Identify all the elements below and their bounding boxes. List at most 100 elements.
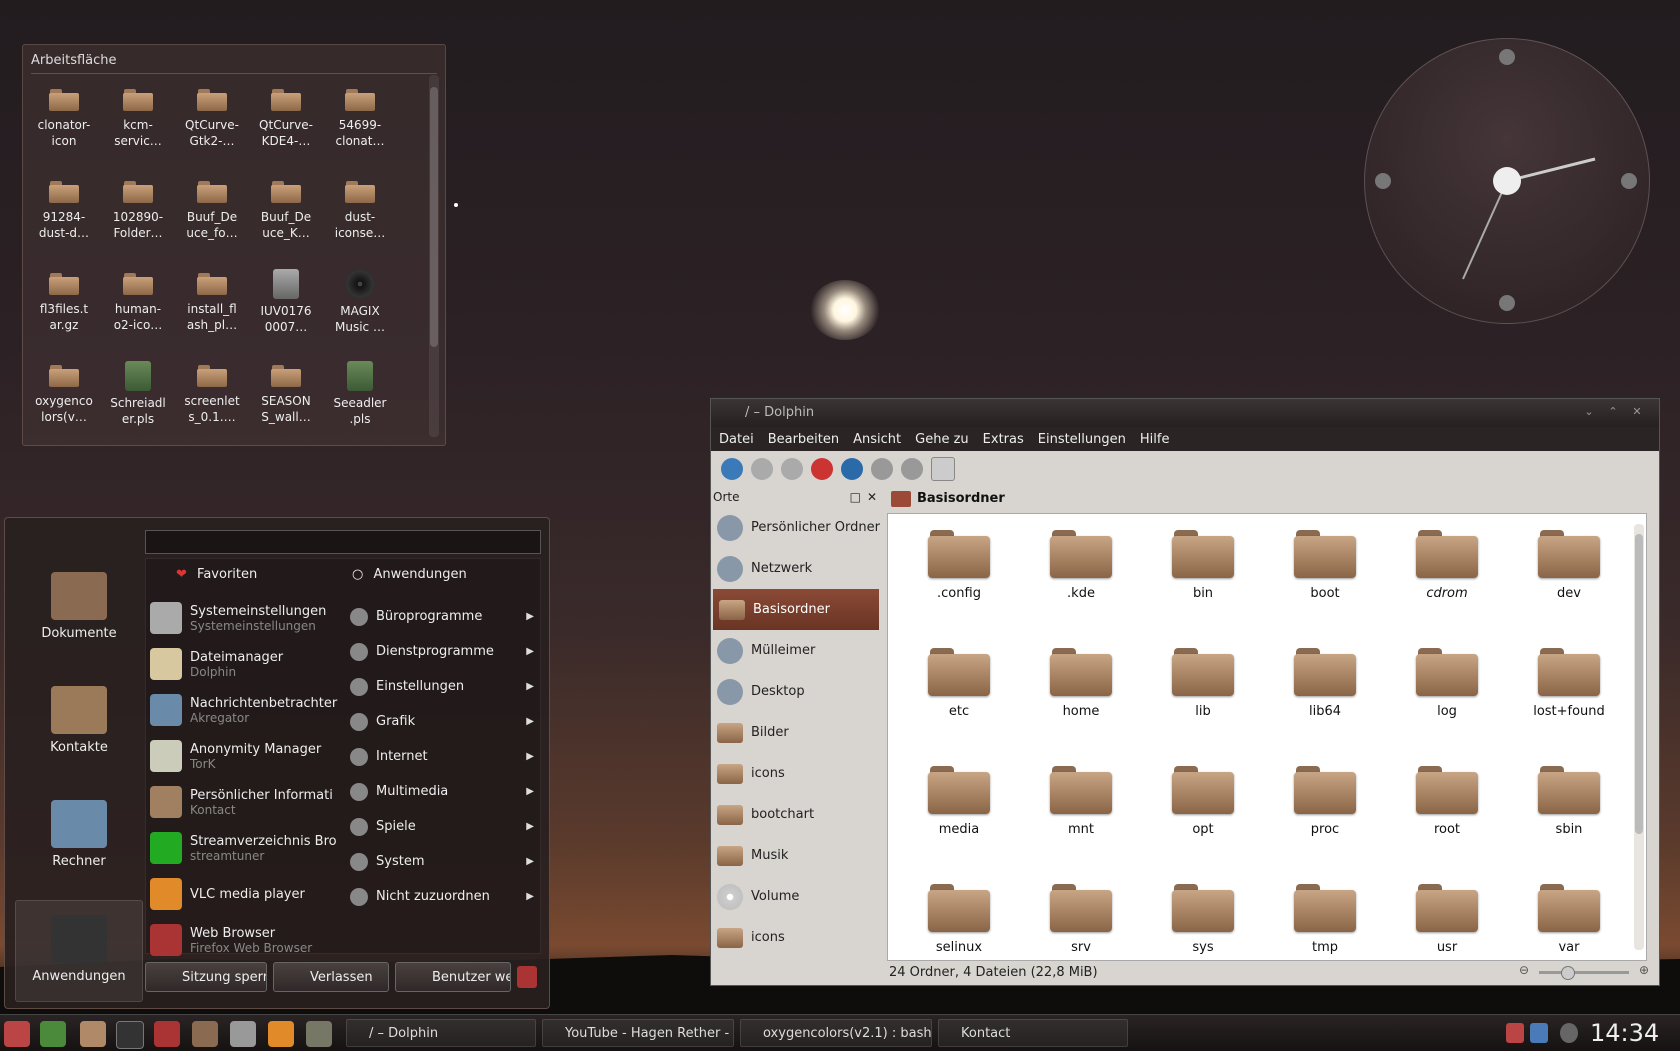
close-button[interactable]: ✕ [1629, 405, 1645, 419]
favorite-item[interactable]: Streamverzeichnis Bro streamtuner [150, 825, 340, 871]
breadcrumb[interactable]: Basisordner [887, 487, 1005, 511]
digital-clock[interactable]: 14:34 [1590, 1019, 1659, 1047]
file-item[interactable]: root [1386, 756, 1508, 874]
network-icon[interactable] [1530, 1023, 1548, 1043]
desktop-file-item[interactable]: 102890- Folder… [101, 173, 175, 265]
desktop-file-item[interactable]: MAGIX Music … [323, 265, 397, 357]
desktop-file-item[interactable]: IUV0176 0007… [249, 265, 323, 357]
place-item[interactable]: icons [711, 753, 881, 794]
menu-datei[interactable]: Datei [719, 432, 754, 447]
zoom-in-icon[interactable]: ⊕ [1639, 963, 1649, 977]
reload-icon[interactable] [841, 458, 863, 480]
file-item[interactable]: .kde [1020, 520, 1142, 638]
file-item[interactable]: boot [1264, 520, 1386, 638]
place-item[interactable]: Mülleimer [711, 630, 881, 671]
file-item[interactable]: .config [898, 520, 1020, 638]
folder-view-scrollbar[interactable] [429, 75, 439, 437]
desktop-file-item[interactable]: Schreiadl er.pls [101, 357, 175, 449]
desktop-file-item[interactable]: oxygenco lors(v… [27, 357, 101, 449]
place-item[interactable]: icons [711, 917, 881, 958]
kde-logo-icon[interactable] [517, 966, 537, 988]
maximize-button[interactable]: ⌃ [1605, 405, 1621, 419]
app-category[interactable]: Nicht zuzuordnen ▶ [346, 879, 536, 914]
leave-button[interactable]: Verlassen [273, 962, 389, 992]
kontact-icon[interactable] [192, 1021, 218, 1047]
desktop-file-item[interactable]: install_fl ash_pl… [175, 265, 249, 357]
file-manager-icon[interactable] [80, 1021, 106, 1047]
forward-icon[interactable] [751, 458, 773, 480]
launcher-tab-anwendungen[interactable]: Anwendungen [15, 900, 143, 1002]
switch-user-button[interactable]: Benutzer wec [395, 962, 511, 992]
file-item[interactable]: log [1386, 638, 1508, 756]
terminal-icon[interactable] [116, 1021, 144, 1049]
tools-icon[interactable] [230, 1021, 256, 1047]
favorite-item[interactable]: Nachrichtenbetrachter Akregator [150, 687, 340, 733]
place-item[interactable]: Volume [711, 876, 881, 917]
app-category[interactable]: Einstellungen ▶ [346, 669, 536, 704]
favorite-item[interactable]: Anonymity Manager TorK [150, 733, 340, 779]
desktop-file-item[interactable]: human- o2-ico… [101, 265, 175, 357]
tray-app-icon[interactable] [1506, 1023, 1524, 1043]
float-panel-icon[interactable]: □ [850, 487, 861, 507]
file-view-scrollbar[interactable] [1634, 524, 1644, 950]
app-category[interactable]: Multimedia ▶ [346, 774, 536, 809]
place-item[interactable]: Musik [711, 835, 881, 876]
launcher-tab-dokumente[interactable]: Dokumente [15, 572, 143, 672]
place-item[interactable]: Persönlicher Ordner [711, 507, 881, 548]
search-input[interactable] [145, 530, 541, 554]
menu-extras[interactable]: Extras [983, 432, 1024, 447]
desktop-file-item[interactable]: SEASON S_wall… [249, 357, 323, 449]
file-item[interactable]: media [898, 756, 1020, 874]
zoom-in-icon[interactable] [871, 458, 893, 480]
file-item[interactable]: etc [898, 638, 1020, 756]
zoom-out-icon[interactable] [901, 458, 923, 480]
app-category[interactable]: Internet ▶ [346, 739, 536, 774]
place-item[interactable]: Bilder [711, 712, 881, 753]
applications-header[interactable]: ○ Anwendungen [352, 567, 467, 582]
file-item[interactable]: lost+found [1508, 638, 1630, 756]
speaker-icon[interactable] [306, 1021, 332, 1047]
back-icon[interactable] [721, 458, 743, 480]
scroll-thumb[interactable] [430, 87, 438, 347]
file-item[interactable]: proc [1264, 756, 1386, 874]
file-item[interactable]: cdrom [1386, 520, 1508, 638]
favorite-item[interactable]: VLC media player [150, 871, 340, 917]
favorite-item[interactable]: Dateimanager Dolphin [150, 641, 340, 687]
place-item[interactable]: Basisordner [713, 589, 879, 630]
favorite-item[interactable]: Systemeinstellungen Systemeinstellungen [150, 595, 340, 641]
zoom-handle[interactable] [1561, 966, 1575, 980]
place-item[interactable]: Desktop [711, 671, 881, 712]
file-item[interactable]: tmp [1264, 874, 1386, 992]
file-item[interactable]: dev [1508, 520, 1630, 638]
desktop-file-item[interactable]: kcm- servic… [101, 81, 175, 173]
app-category[interactable]: Büroprogramme ▶ [346, 599, 536, 634]
menu-bearbeiten[interactable]: Bearbeiten [768, 432, 839, 447]
favorite-item[interactable]: Persönlicher Informati Kontact [150, 779, 340, 825]
minimize-button[interactable]: ⌄ [1581, 405, 1597, 419]
file-item[interactable]: usr [1386, 874, 1508, 992]
launcher-tab-rechner[interactable]: Rechner [15, 800, 143, 900]
file-item[interactable]: opt [1142, 756, 1264, 874]
window-titlebar[interactable]: / – Dolphin ⌄ ⌃ ✕ [711, 399, 1659, 427]
favorites-header[interactable]: ❤ Favoriten [176, 567, 257, 582]
desktop-file-item[interactable]: clonator- icon [27, 81, 101, 173]
app-category[interactable]: Dienstprogramme ▶ [346, 634, 536, 669]
place-item[interactable]: bootchart [711, 794, 881, 835]
file-item[interactable]: lib [1142, 638, 1264, 756]
zoom-slider[interactable]: ⊖ ⊕ [1519, 963, 1649, 980]
desktop-file-item[interactable]: Buuf_De uce_K… [249, 173, 323, 265]
desktop-file-item[interactable]: Buuf_De uce_fo… [175, 173, 249, 265]
close-panel-icon[interactable]: ✕ [867, 487, 877, 507]
desktop-file-item[interactable]: QtCurve- KDE4-… [249, 81, 323, 173]
launcher-icon[interactable] [40, 1021, 66, 1047]
stop-icon[interactable] [811, 458, 833, 480]
menu-ansicht[interactable]: Ansicht [853, 432, 901, 447]
app-category[interactable]: Grafik ▶ [346, 704, 536, 739]
task-konsole[interactable]: oxygencolors(v2.1) : bash [740, 1019, 932, 1047]
split-view-icon[interactable] [931, 457, 955, 481]
up-icon[interactable] [781, 458, 803, 480]
desktop-file-item[interactable]: dust- iconse… [323, 173, 397, 265]
lock-session-button[interactable]: Sitzung sperr [145, 962, 267, 992]
zoom-out-icon[interactable]: ⊖ [1519, 963, 1529, 977]
desktop-file-item[interactable]: fl3files.t ar.gz [27, 265, 101, 357]
